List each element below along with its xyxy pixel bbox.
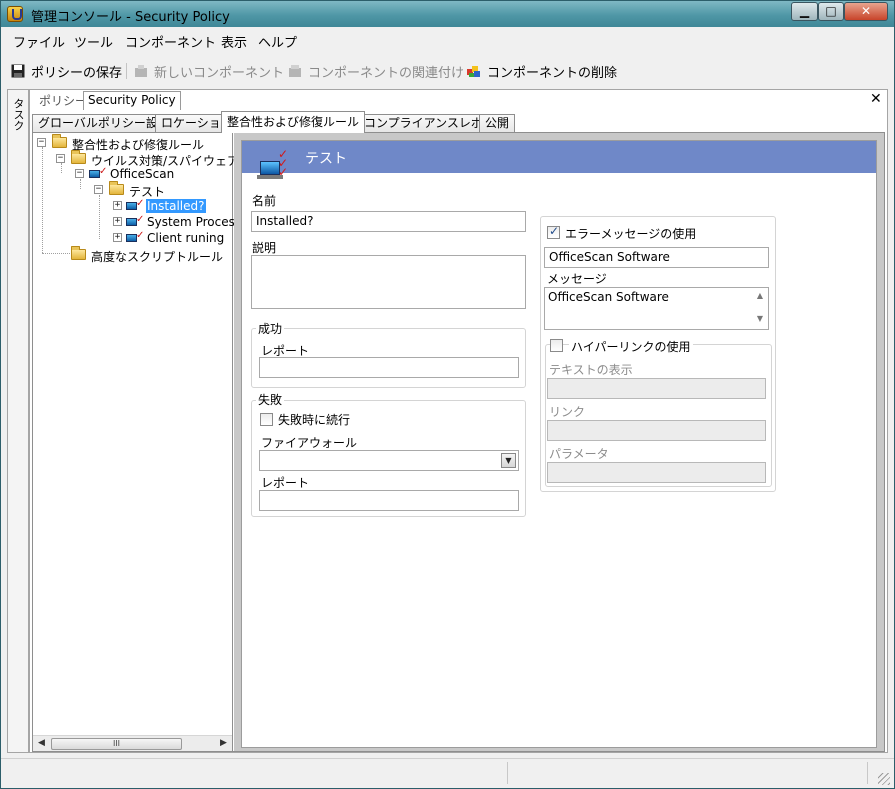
rule-header: ✓ ✓ ✓ テスト [242,141,876,179]
new-component-button[interactable]: 新しいコンポーネント [134,61,284,81]
scroll-thumb[interactable]: III [51,738,182,750]
scroll-right-icon[interactable]: ▶ [220,738,227,748]
task-panel-label: タスク [12,98,25,131]
expand-icon[interactable]: + [113,217,122,226]
chevron-down-icon[interactable]: ▼ [501,453,516,468]
use-hyperlink-checkbox[interactable] [550,339,563,352]
associate-component-icon [289,65,301,77]
success-group-title: 成功 [256,320,285,337]
use-error-message-label: エラーメッセージの使用 [565,227,697,241]
scroll-down-icon[interactable]: ▼ [754,314,766,326]
computer-icon: ✓ [89,166,107,180]
message-label: メッセージ [547,272,607,286]
app-icon [7,6,23,22]
expand-icon[interactable]: + [113,233,122,242]
description-label: 説明 [252,241,277,255]
folder-icon [71,246,86,260]
title-bar[interactable]: 管理コンソール - Security Policy ▁ □ ✕ [1,1,894,27]
close-icon: ✕ [860,4,872,18]
rule-header-title: テスト [305,151,347,167]
display-text-input[interactable] [547,378,766,399]
scroll-up-icon[interactable]: ▲ [754,291,766,303]
minimize-button[interactable]: ▁ [791,2,818,21]
menu-component[interactable]: コンポーネント [125,32,216,51]
security-policy-document-tab[interactable]: Security Policy [83,91,181,110]
detail-pane: ✓ ✓ ✓ テスト 名前 Installed? 説明 成功 レポート 失敗 失敗時に… [234,133,884,751]
tree-line [61,163,62,173]
rule-form: ✓ ✓ ✓ テスト 名前 Installed? 説明 成功 レポート 失敗 失敗時に… [241,140,877,748]
message-input[interactable]: OfficeScan Software ▲ ▼ [544,287,769,330]
tree-line [42,253,70,254]
parameter-label: パラメータ [549,447,609,461]
computer-check-icon: ✓ [126,214,144,228]
failure-report-input[interactable] [259,490,519,511]
delete-component-button[interactable]: コンポーネントの削除 [467,61,617,81]
collapse-icon[interactable]: − [56,154,65,163]
name-input[interactable]: Installed? [251,211,526,232]
close-document-icon[interactable]: ✕ [870,91,882,107]
maximize-icon: □ [825,4,837,18]
message-text: OfficeScan Software [548,290,669,304]
menu-file[interactable]: ファイル [13,32,65,51]
tree-line [99,195,100,239]
display-text-label: テキストの表示 [549,363,633,377]
tree-horizontal-scrollbar[interactable]: ◀ III ▶ [33,735,232,751]
computer-check-icon: ✓ ✓ ✓ [257,148,292,179]
delete-component-icon [467,66,480,77]
computer-check-icon: ✓ [126,230,144,244]
collapse-icon[interactable]: − [75,169,84,178]
rule-tree: − 整合性および修復ルール − ウイルス対策/スパイウェアル − ✓ Offic… [33,133,251,751]
app-window: 管理コンソール - Security Policy ▁ □ ✕ ファイル ツール… [0,0,895,789]
firewall-label: ファイアウォール [261,436,358,450]
folder-icon [52,134,67,148]
description-input[interactable] [251,255,526,309]
status-separator [507,762,508,784]
resize-grip-icon[interactable] [878,773,890,785]
use-hyperlink-label: ハイパーリンクの使用 [569,338,693,355]
scroll-left-icon[interactable]: ◀ [38,738,45,748]
toolbar-separator [126,63,127,79]
menu-bar: ファイル ツール コンポーネント 表示 ヘルプ [1,29,894,53]
tab-publish[interactable]: 公開 [479,114,516,134]
save-policy-button[interactable]: ポリシーの保存 [11,61,122,81]
folder-icon [71,150,86,164]
collapse-icon[interactable]: − [37,138,46,147]
menu-help[interactable]: ヘルプ [258,32,297,51]
maximize-button[interactable]: □ [818,2,844,21]
folder-icon [109,181,124,195]
associate-component-button[interactable]: コンポーネントの関連付け [288,61,464,81]
failure-group-title: 失敗 [256,391,285,408]
link-input[interactable] [547,420,766,441]
failure-report-label: レポート [261,476,310,490]
expand-icon[interactable]: + [113,201,122,210]
tree-line [42,147,43,253]
save-icon [11,64,25,78]
tab-integrity-remediation-rules[interactable]: 整合性および修復ルール [221,111,366,133]
close-window-button[interactable]: ✕ [844,2,888,21]
name-label: 名前 [252,194,277,208]
error-title-input[interactable]: OfficeScan Software [544,247,769,268]
use-error-message-checkbox[interactable] [547,224,560,239]
menu-tools[interactable]: ツール [74,32,113,51]
continue-on-failure-label: 失敗時に続行 [278,413,351,427]
success-report-input[interactable] [259,357,519,378]
new-component-icon [135,65,147,77]
computer-check-icon: ✓ [126,198,144,212]
menu-view[interactable]: 表示 [221,32,247,51]
tab-content: − 整合性および修復ルール − ウイルス対策/スパイウェアル − ✓ Offic… [32,132,885,752]
tab-strip: グローバルポリシー設定 ロケーション 整合性および修復ルール コンプライアンスレ… [32,111,887,134]
continue-on-failure-checkbox[interactable] [260,413,273,426]
firewall-select[interactable]: ▼ [259,450,519,471]
toolbar: ポリシーの保存 新しいコンポーネント コンポーネントの関連付け コンポーネントの… [1,57,894,85]
link-label: リンク [549,405,586,419]
status-separator [867,762,868,784]
status-bar [1,758,894,788]
tree-line [80,179,81,189]
minimize-icon: ▁ [799,4,810,18]
task-side-panel[interactable]: タスク [7,89,29,753]
parameter-input[interactable] [547,462,766,483]
window-title: 管理コンソール - Security Policy [31,10,230,25]
collapse-icon[interactable]: − [94,185,103,194]
